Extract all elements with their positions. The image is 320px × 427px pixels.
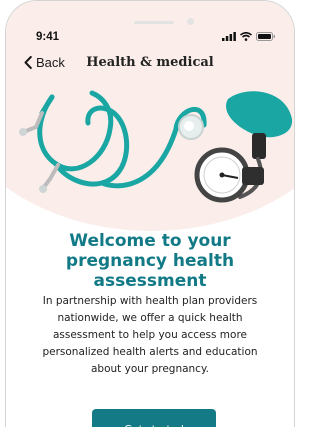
speaker-notch — [134, 21, 174, 24]
status-time: 9:41 — [36, 31, 60, 43]
signal-icon — [222, 32, 236, 41]
get-started-button[interactable]: Get started — [92, 409, 216, 427]
welcome-heading: Welcome to your pregnancy health assessm… — [65, 231, 235, 291]
wifi-icon — [240, 32, 252, 41]
status-icons — [222, 32, 276, 41]
page-title: Health & medical — [86, 55, 214, 70]
phone-frame: 9:41 Back Health & medical Welcome to yo… — [5, 0, 295, 427]
navigation-bar: Back Health & medical — [6, 51, 294, 79]
intro-paragraph: In partnership with health plan provider… — [42, 295, 258, 375]
camera-dot — [187, 18, 194, 25]
stethoscope-illustration — [19, 90, 293, 203]
battery-icon — [256, 32, 275, 41]
